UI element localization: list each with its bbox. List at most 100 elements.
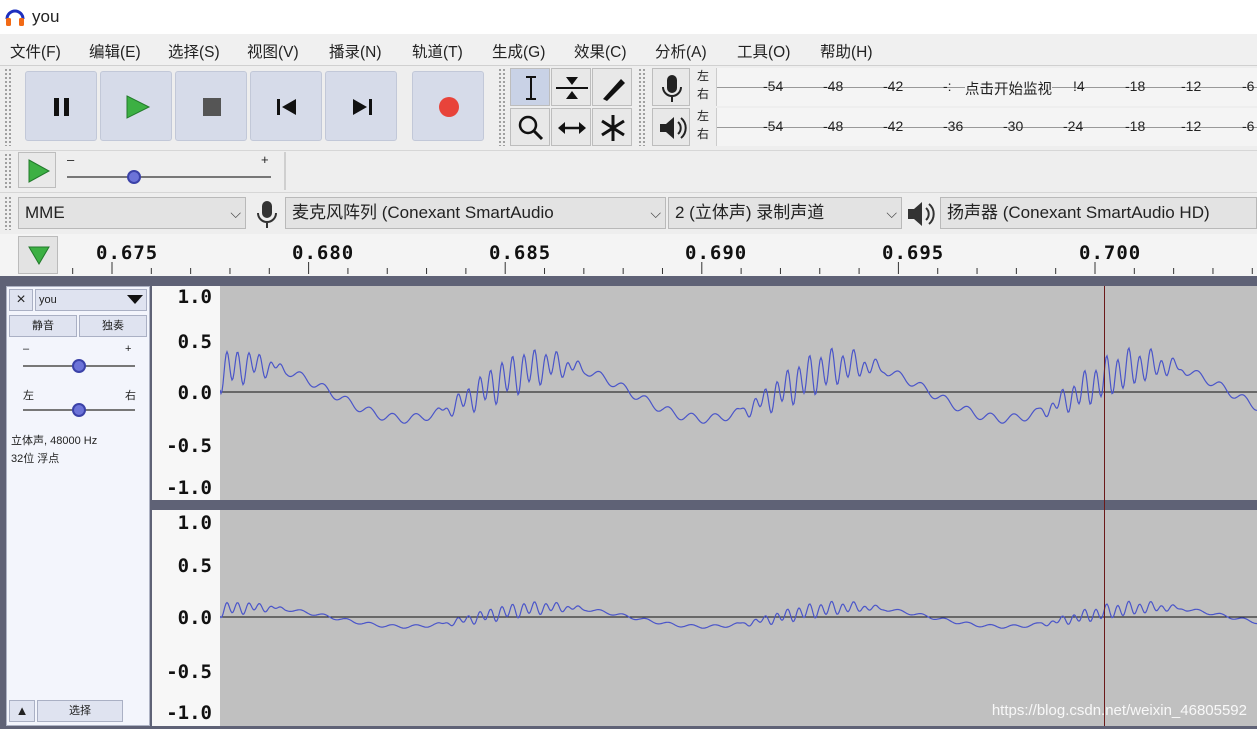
draw-tool-button[interactable] xyxy=(592,68,632,106)
toolbar-grip[interactable] xyxy=(638,68,646,146)
record-meter-tick: -54 xyxy=(763,78,784,94)
playback-meter-tick: -36 xyxy=(943,118,964,134)
pan-slider[interactable] xyxy=(23,403,135,417)
audacity-logo-icon xyxy=(5,9,25,26)
speed-plus-label: + xyxy=(261,152,269,167)
skip-to-end-button[interactable] xyxy=(325,71,397,141)
toolbar-grip[interactable] xyxy=(4,68,12,146)
playback-meter-button[interactable] xyxy=(652,108,690,146)
pan-slider-thumb[interactable] xyxy=(72,403,86,417)
record-meter[interactable]: -54 -48 -42 -: 点击开始监视 !4 -18 -12 -6 xyxy=(716,68,1257,106)
menu-effect[interactable]: 效果(C) xyxy=(574,40,627,62)
multi-tool-button[interactable] xyxy=(592,108,632,146)
vertical-scale-left-channel: 1.0 0.5 0.0 -0.5 -1.0 xyxy=(152,286,220,500)
collapse-track-button[interactable]: ▲ xyxy=(9,700,35,722)
chevron-down-icon: ⌵ xyxy=(650,205,661,221)
edit-cursor-line xyxy=(1104,286,1105,726)
playback-device-select[interactable]: 扬声器 (Conexant SmartAudio HD) xyxy=(940,197,1257,229)
track-control-panel: × you 静音 独奏 – + 左 右 立体声, 48000 Hz 32位 浮点… xyxy=(6,286,150,726)
play-button[interactable] xyxy=(100,71,172,141)
record-meter-tick: !4 xyxy=(1073,78,1085,94)
timeshift-tool-button[interactable] xyxy=(551,108,591,146)
toolbar-divider xyxy=(284,152,286,190)
timeshift-tool-icon xyxy=(558,122,586,134)
record-meter-right-label: 右 xyxy=(697,87,710,101)
gain-slider-thumb[interactable] xyxy=(72,359,86,373)
play-at-speed-button[interactable] xyxy=(18,152,56,188)
toolbar-grip[interactable] xyxy=(4,153,12,189)
menu-edit[interactable]: 编辑(E) xyxy=(89,40,141,62)
speed-slider-thumb[interactable] xyxy=(127,170,141,184)
record-meter-tick: -12 xyxy=(1181,78,1202,94)
menu-transport[interactable]: 播录(N) xyxy=(329,40,382,62)
menu-view[interactable]: 视图(V) xyxy=(247,40,299,62)
record-meter-tick: -48 xyxy=(823,78,844,94)
selection-tool-icon xyxy=(526,76,536,100)
record-icon xyxy=(439,97,459,117)
draw-tool-icon xyxy=(603,79,625,101)
gain-slider[interactable] xyxy=(23,359,135,373)
vscale-label: 1.0 xyxy=(177,512,212,534)
recording-device-value: 麦克风阵列 (Conexant SmartAudio xyxy=(292,203,554,222)
close-icon: × xyxy=(16,291,26,308)
playback-device-value: 扬声器 (Conexant SmartAudio HD) xyxy=(947,203,1210,222)
ruler-ticks xyxy=(72,262,1253,274)
track-name-menu[interactable]: you xyxy=(35,289,147,311)
playback-meter-right-label: 右 xyxy=(697,127,710,141)
audio-host-select[interactable]: MME ⌵ xyxy=(18,197,246,229)
solo-button[interactable]: 独奏 xyxy=(79,315,147,337)
playback-meter[interactable]: -54 -48 -42 -36 -30 -24 -18 -12 -6 xyxy=(716,108,1257,146)
mute-button[interactable]: 静音 xyxy=(9,315,77,337)
menu-tracks[interactable]: 轨道(T) xyxy=(412,40,463,62)
chevron-down-icon: ⌵ xyxy=(230,205,241,221)
menu-analyze[interactable]: 分析(A) xyxy=(655,40,707,62)
playback-meter-left-label: 左 xyxy=(697,109,710,123)
skip-to-start-button[interactable] xyxy=(250,71,322,141)
recording-device-select[interactable]: 麦克风阵列 (Conexant SmartAudio ⌵ xyxy=(285,197,666,229)
skip-to-end-icon xyxy=(353,99,372,115)
vscale-label: -1.0 xyxy=(166,477,212,499)
envelope-tool-button[interactable] xyxy=(551,68,591,106)
playback-meter-tick: -18 xyxy=(1125,118,1146,134)
menu-tools[interactable]: 工具(O) xyxy=(737,40,790,62)
playback-meter-tick: -6 xyxy=(1242,118,1255,134)
pause-button[interactable] xyxy=(25,71,97,141)
select-track-button[interactable]: 选择 xyxy=(37,700,123,722)
waveform-left-channel[interactable] xyxy=(219,286,1257,500)
vscale-label: 0.5 xyxy=(177,555,212,577)
start-monitoring-label[interactable]: 点击开始监视 xyxy=(965,78,1052,99)
menu-generate[interactable]: 生成(G) xyxy=(492,40,545,62)
close-track-button[interactable]: × xyxy=(9,289,33,311)
pan-right-label: 右 xyxy=(125,390,136,402)
playback-speed-slider[interactable] xyxy=(67,170,271,184)
waveform-right-channel[interactable] xyxy=(219,510,1257,726)
menu-help[interactable]: 帮助(H) xyxy=(820,40,873,62)
zoom-tool-icon xyxy=(518,115,544,141)
stop-icon xyxy=(203,98,221,116)
toolbar-grip[interactable] xyxy=(498,68,506,146)
gain-plus-label: + xyxy=(125,343,132,355)
recording-channels-select[interactable]: 2 (立体声) 录制声道 ⌵ xyxy=(668,197,902,229)
record-meter-tick: -6 xyxy=(1242,78,1255,94)
menu-file[interactable]: 文件(F) xyxy=(10,40,61,62)
multi-tool-icon xyxy=(601,115,625,141)
record-button[interactable] xyxy=(412,71,484,141)
record-meter-tick: -: xyxy=(943,78,952,94)
timeline-ruler[interactable]: 0.675 0.680 0.685 0.690 0.695 0.700 xyxy=(0,234,1257,276)
envelope-tool-icon xyxy=(556,77,588,99)
audio-host-value: MME xyxy=(25,203,65,222)
vscale-label: 1.0 xyxy=(177,286,212,308)
vscale-label: 0.0 xyxy=(177,382,212,404)
play-icon xyxy=(28,159,51,183)
selection-tool-button[interactable] xyxy=(510,68,550,106)
stop-button[interactable] xyxy=(175,71,247,141)
track-name: you xyxy=(39,294,57,306)
zoom-tool-button[interactable] xyxy=(510,108,550,146)
track-rate-info: 立体声, 48000 Hz xyxy=(11,435,98,447)
waveform-left-plot xyxy=(219,346,1257,424)
waveform-trace xyxy=(219,600,1257,629)
gain-minus-label: – xyxy=(23,343,30,355)
toolbar-grip[interactable] xyxy=(4,196,12,230)
record-meter-button[interactable] xyxy=(652,68,690,106)
menu-select[interactable]: 选择(S) xyxy=(168,40,220,62)
